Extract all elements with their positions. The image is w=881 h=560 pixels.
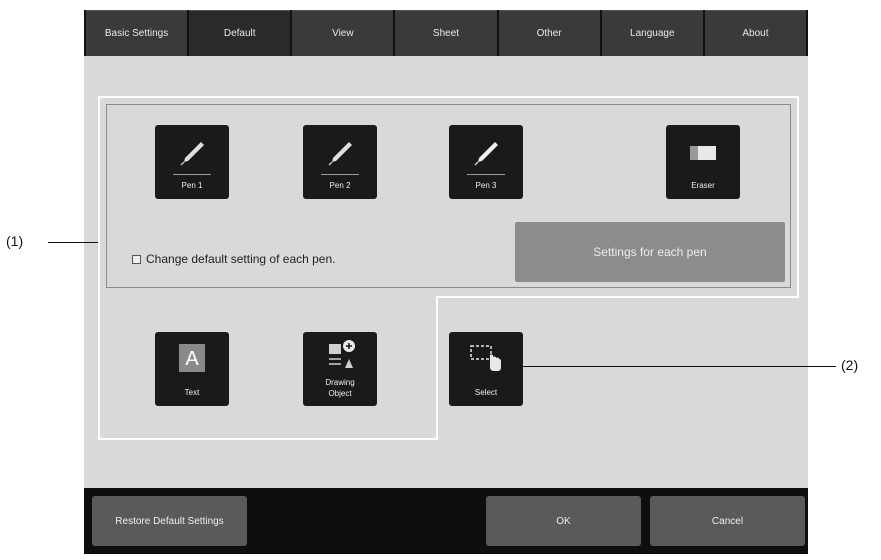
content-area: Pen 1 Pen 2 Pen 3 Eraser Change default …	[84, 56, 808, 488]
tab-about[interactable]: About	[704, 10, 806, 56]
tab-view[interactable]: View	[292, 10, 394, 56]
tab-other[interactable]: Other	[498, 10, 600, 56]
tab-basic-settings[interactable]: Basic Settings	[86, 10, 188, 56]
change-default-checkbox[interactable]	[132, 254, 141, 264]
group-outline-inner	[436, 296, 438, 440]
group-outline-step	[436, 296, 799, 298]
eraser-button[interactable]: Eraser	[666, 125, 740, 199]
cancel-button[interactable]: Cancel	[650, 496, 805, 546]
ok-button[interactable]: OK	[486, 496, 641, 546]
change-default-checkbox-row[interactable]: Change default setting of each pen.	[132, 252, 335, 266]
eraser-label: Eraser	[691, 181, 715, 190]
tab-default[interactable]: Default	[189, 10, 291, 56]
change-default-label: Change default setting of each pen.	[146, 252, 336, 266]
pen-icon	[303, 135, 377, 171]
group-outline-right	[797, 96, 799, 298]
pen-1-label: Pen 1	[181, 181, 203, 190]
callout-1-line	[48, 242, 98, 243]
callout-2-line	[518, 366, 836, 367]
drawing-object-button[interactable]: Drawing Object	[303, 332, 377, 406]
settings-for-each-pen-button[interactable]: Settings for each pen	[515, 222, 785, 282]
bottom-button-bar: Restore Default Settings OK Cancel	[84, 488, 808, 554]
svg-text:A: A	[185, 348, 199, 370]
restore-default-settings-button[interactable]: Restore Default Settings	[92, 496, 247, 546]
text-tool-button[interactable]: A Text	[155, 332, 229, 406]
group-outline-left	[98, 96, 100, 440]
pen-1-button[interactable]: Pen 1	[155, 125, 229, 199]
drawing-object-label-2: Object	[328, 389, 352, 398]
group-outline-top	[98, 96, 799, 98]
eraser-icon	[666, 135, 740, 171]
pen-2-button[interactable]: Pen 2	[303, 125, 377, 199]
pen-underline	[321, 174, 359, 175]
pen-2-label: Pen 2	[329, 181, 351, 190]
callout-2-label: (2)	[841, 357, 859, 373]
select-icon	[449, 340, 523, 376]
group-outline-bottom	[98, 438, 438, 440]
text-icon: A	[155, 340, 229, 376]
tab-bar: Basic Settings Default View Sheet Other …	[84, 10, 808, 56]
pen-icon	[449, 135, 523, 171]
settings-dialog: Basic Settings Default View Sheet Other …	[84, 10, 808, 554]
text-tool-label: Text	[184, 388, 200, 397]
pen-3-label: Pen 3	[475, 181, 497, 190]
pen-underline	[173, 174, 211, 175]
callout-1-label: (1)	[6, 233, 24, 249]
tab-language[interactable]: Language	[601, 10, 703, 56]
pen-icon	[155, 135, 229, 171]
drawing-object-icon	[303, 336, 377, 372]
pen-3-button[interactable]: Pen 3	[449, 125, 523, 199]
select-tool-button[interactable]: Select	[449, 332, 523, 406]
select-tool-label: Select	[474, 388, 498, 397]
tab-sheet[interactable]: Sheet	[395, 10, 497, 56]
drawing-object-label-1: Drawing	[325, 378, 355, 387]
pen-underline	[467, 174, 505, 175]
